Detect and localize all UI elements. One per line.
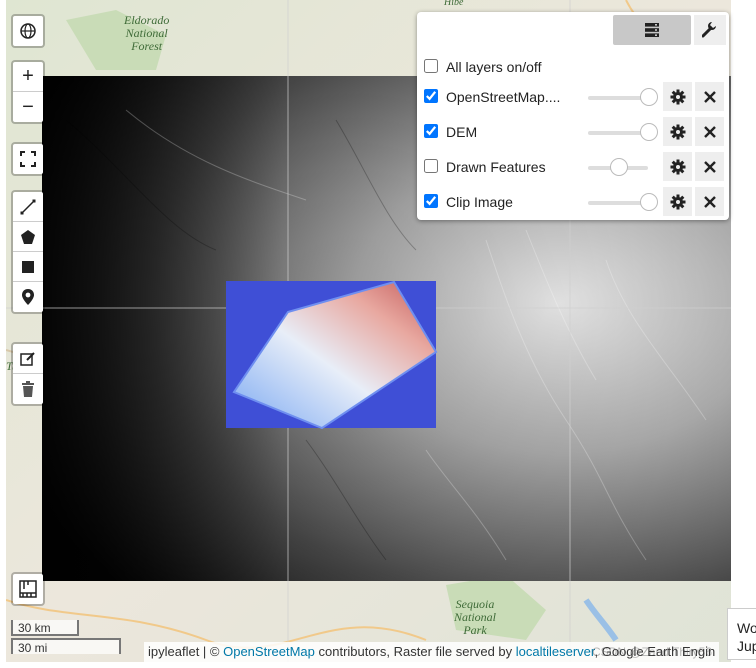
edit-toolbar [11,342,45,406]
rectangle-icon[interactable] [13,252,43,282]
gear-icon[interactable] [663,117,692,146]
close-icon[interactable] [695,82,724,111]
measure-control [11,572,45,606]
map-label-sequoia: Sequoia National Park [454,597,497,637]
close-icon[interactable] [695,187,724,216]
gear-icon[interactable] [663,82,692,111]
ruler-icon[interactable] [13,574,43,604]
layer-name: Drawn Features [446,159,546,175]
layer-name: OpenStreetMap.... [446,89,561,105]
layer-row-all: All layers on/off [417,52,729,82]
all-layers-checkbox[interactable] [424,59,438,73]
map-label-eldorado: Eldorado National Forest [124,13,170,53]
layer-row-dem: DEM [417,117,729,147]
layer-manager-panel: All layers on/off OpenStreetMap.... DEM … [417,12,729,220]
marker-icon[interactable] [13,282,43,312]
wrench-icon[interactable] [694,15,726,45]
side-card-line2: Jup [737,638,756,654]
slider-thumb[interactable] [640,193,658,211]
dem-checkbox[interactable] [424,124,438,138]
map-label-top: Hibe [444,0,464,8]
server-icon [645,23,659,37]
layer-name: All layers on/off [446,59,542,75]
opacity-slider[interactable] [588,158,648,176]
zoom-out-button[interactable]: − [13,92,43,122]
opacity-slider[interactable] [588,193,658,211]
layer-row-drawn-features: Drawn Features [417,152,729,182]
opacity-slider[interactable] [588,123,658,141]
localtileserver-link[interactable]: localtileserver [516,644,595,659]
fullscreen-control [11,142,45,176]
layer-name: DEM [446,124,478,140]
edit-icon[interactable] [13,344,43,374]
basemap-control[interactable] [11,14,45,48]
layer-row-clip-image: Clip Image [417,187,729,217]
side-card: Wo Jup [727,608,756,660]
openstreetmap-checkbox[interactable] [424,89,438,103]
draw-toolbar [11,190,45,314]
polygon-icon[interactable] [13,222,43,252]
globe-icon[interactable] [13,16,43,46]
trash-icon[interactable] [13,374,43,404]
attribution-prefix: ipyleaflet | © [148,644,224,659]
fullscreen-icon[interactable] [13,144,43,174]
layer-name: Clip Image [446,194,513,210]
polyline-icon[interactable] [13,192,43,222]
scale-metric: 30 km [11,620,79,636]
osm-link[interactable]: OpenStreetMap [223,644,315,659]
close-icon[interactable] [695,117,724,146]
gear-icon[interactable] [663,152,692,181]
attribution-middle: contributors, Raster file served by [314,644,516,659]
watermark: CSDN @Zand Thiry56 [592,645,712,659]
slider-thumb[interactable] [640,88,658,106]
layer-row-openstreetmap: OpenStreetMap.... [417,82,729,112]
gear-icon[interactable] [663,187,692,216]
layers-toggle-button[interactable] [613,15,691,45]
zoom-control: + − [11,60,45,124]
clip-image-checkbox[interactable] [424,194,438,208]
slider-thumb[interactable] [640,123,658,141]
scale-imperial: 30 mi [11,638,121,655]
slider-thumb[interactable] [610,158,628,176]
drawn-features-checkbox[interactable] [424,159,438,173]
side-card-line1: Wo [737,620,756,636]
opacity-slider[interactable] [588,88,658,106]
zoom-in-button[interactable]: + [13,62,43,92]
close-icon[interactable] [695,152,724,181]
